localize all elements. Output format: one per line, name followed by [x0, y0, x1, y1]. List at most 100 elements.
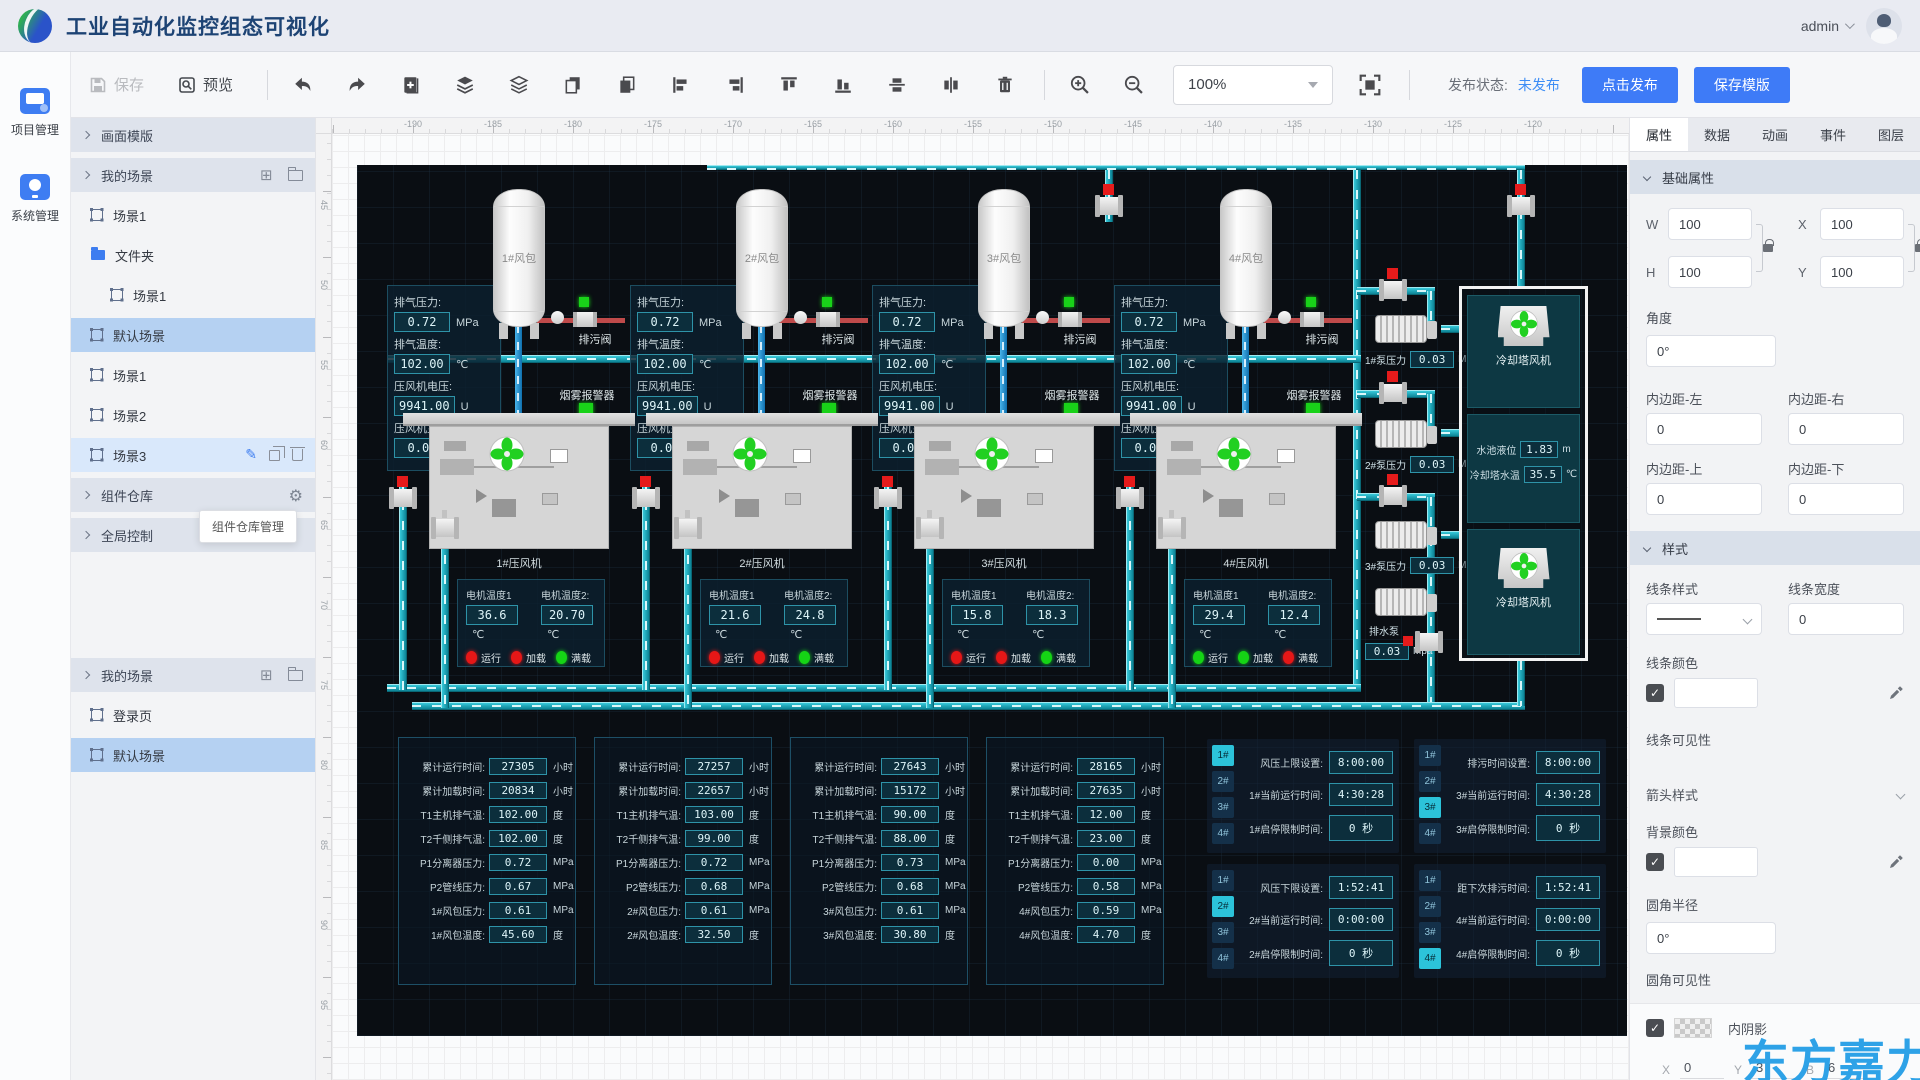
cooling-tower-box[interactable]: 冷却塔风机 水池液位1.83m 冷却塔水温35.5℃ 冷却塔风机 — [1459, 286, 1588, 661]
air-tank[interactable]: 2#风包 — [736, 189, 788, 327]
angle-input[interactable]: 0° — [1646, 335, 1776, 367]
drain-pump-motor[interactable] — [1375, 588, 1427, 616]
timer-tab[interactable]: 2# — [1212, 896, 1234, 917]
eyedropper-icon[interactable] — [1888, 854, 1904, 870]
air-tank[interactable]: 3#风包 — [978, 189, 1030, 327]
radius-input[interactable]: 0° — [1646, 922, 1776, 954]
padding-bottom-input[interactable]: 0 — [1788, 483, 1904, 515]
timer-panel-2[interactable]: 1# 2# 3# 4# 排污时间设置:8:00:00 3#当前运行时间:4:30… — [1414, 739, 1606, 853]
rail-item-project[interactable]: 项目管理 — [11, 88, 59, 138]
timer-tab[interactable]: 2# — [1419, 896, 1441, 917]
drain-pump-valve[interactable] — [1415, 633, 1443, 651]
align-bottom-icon[interactable] — [828, 70, 858, 100]
pump-valve[interactable] — [1379, 487, 1407, 505]
bg-color-checkbox[interactable] — [1646, 853, 1664, 871]
add-scene-icon[interactable] — [260, 168, 274, 182]
tree-header-templates[interactable]: 画面模版 — [71, 118, 315, 152]
add-folder-icon[interactable] — [288, 670, 303, 681]
zoom-out-icon[interactable] — [1119, 70, 1149, 100]
tree-item-scene1[interactable]: 场景1 — [71, 198, 315, 232]
stats-panel-4[interactable]: 累计运行时间:28165小时 累计加载时间:27635小时 T1主机排气温:12… — [986, 737, 1164, 985]
valve[interactable] — [431, 519, 459, 537]
duplicate-icon[interactable] — [612, 70, 642, 100]
section-basic-properties[interactable]: 基础属性 — [1630, 160, 1920, 194]
send-back-icon[interactable] — [504, 70, 534, 100]
redo-icon[interactable] — [342, 70, 372, 100]
valve[interactable] — [674, 519, 702, 537]
align-right-icon[interactable] — [720, 70, 750, 100]
tree-item-scene3[interactable]: 场景3 — [71, 438, 315, 472]
motor-panel[interactable]: 电机温度129.4℃ 电机温度2:12.4℃ 运行 加载 满载 — [1184, 579, 1332, 667]
align-top-icon[interactable] — [774, 70, 804, 100]
tree-header-components[interactable]: 组件仓库 — [71, 478, 315, 512]
timer-tab[interactable]: 1# — [1419, 870, 1441, 891]
rail-item-system[interactable]: 系统管理 — [11, 174, 59, 224]
zoom-level-select[interactable]: 100% — [1173, 65, 1333, 105]
lock-icon[interactable] — [1763, 244, 1773, 252]
valve[interactable] — [1158, 519, 1186, 537]
width-input[interactable]: 100 — [1668, 208, 1752, 240]
timer-tab[interactable]: 1# — [1419, 745, 1441, 766]
pump-motor-1[interactable] — [1375, 315, 1427, 343]
user-menu[interactable]: admin — [1801, 18, 1852, 34]
cooling-fan-panel-2[interactable]: 冷却塔风机 — [1467, 529, 1580, 655]
x-input[interactable]: 100 — [1820, 208, 1904, 240]
gear-icon[interactable] — [289, 486, 303, 505]
align-hcenter-icon[interactable] — [936, 70, 966, 100]
tree-item-default-scene[interactable]: 默认场景 — [71, 318, 315, 352]
cooling-fan-panel-1[interactable]: 冷却塔风机 — [1467, 295, 1580, 408]
pump-motor-2[interactable] — [1375, 420, 1427, 448]
preview-button[interactable]: 预览 — [178, 74, 233, 95]
stats-panel-1[interactable]: 累计运行时间:27305小时 累计加载时间:20834小时 T1主机排气温:10… — [398, 737, 576, 985]
motor-panel[interactable]: 电机温度115.8℃ 电机温度2:18.3℃ 运行 加载 满载 — [942, 579, 1090, 667]
save-button[interactable]: 保存 — [89, 74, 144, 95]
shadow-x-input[interactable]: 0 — [1680, 1060, 1724, 1079]
tab-data[interactable]: 数据 — [1688, 118, 1746, 151]
timer-panel-1[interactable]: 1# 2# 3# 4# 风压上限设置:8:00:00 1#当前运行时间:4:30… — [1207, 739, 1399, 853]
tree-item-login-page[interactable]: 登录页 — [71, 698, 315, 732]
inner-shadow-checkbox[interactable] — [1646, 1019, 1664, 1037]
timer-tab[interactable]: 2# — [1419, 771, 1441, 792]
timer-tab[interactable]: 4# — [1212, 948, 1234, 969]
delete-icon[interactable] — [990, 70, 1020, 100]
arrow-style-row[interactable]: 箭头样式 — [1646, 785, 1904, 804]
timer-panel-4[interactable]: 1# 2# 3# 4# 距下次排污时间:1:52:41 4#当前运行时间:0:0… — [1414, 864, 1606, 978]
timer-tab[interactable]: 1# — [1212, 870, 1234, 891]
inner-shadow-swatch[interactable] — [1674, 1018, 1712, 1038]
padding-right-input[interactable]: 0 — [1788, 413, 1904, 445]
pump-valve[interactable] — [1379, 384, 1407, 402]
air-tank[interactable]: 4#风包 — [1220, 189, 1272, 327]
eyedropper-icon[interactable] — [1888, 685, 1904, 701]
stats-panel-3[interactable]: 累计运行时间:27643小时 累计加载时间:15172小时 T1主机排气温:90… — [790, 737, 968, 985]
valve[interactable] — [389, 489, 417, 507]
editor-canvas[interactable]: -190-185 -180-175 -170-165 -160-155 -150… — [316, 118, 1629, 1080]
air-tank[interactable]: 1#风包 — [493, 189, 545, 327]
stats-panel-2[interactable]: 累计运行时间:27257小时 累计加载时间:22657小时 T1主机排气温:10… — [594, 737, 772, 985]
line-color-swatch[interactable] — [1674, 678, 1758, 708]
valve[interactable] — [916, 519, 944, 537]
pump-valve[interactable] — [1379, 281, 1407, 299]
valve[interactable] — [1116, 489, 1144, 507]
copy-icon[interactable] — [558, 70, 588, 100]
align-left-icon[interactable] — [666, 70, 696, 100]
lock-icon[interactable] — [1915, 244, 1920, 252]
y-input[interactable]: 100 — [1820, 256, 1904, 288]
timer-tab[interactable]: 3# — [1212, 797, 1234, 818]
scada-screen[interactable]: 1#风包 排气压力:0.72MPa 排气温度:102.00℃ 压风机电压:994… — [357, 165, 1627, 1036]
section-style[interactable]: 样式 — [1630, 531, 1920, 565]
tree-item-scene2[interactable]: 场景2 — [71, 398, 315, 432]
valve[interactable] — [1095, 197, 1123, 215]
tab-events[interactable]: 事件 — [1804, 118, 1862, 151]
line-color-checkbox[interactable] — [1646, 684, 1664, 702]
timer-tab[interactable]: 3# — [1419, 922, 1441, 943]
save-template-button[interactable]: 保存模版 — [1694, 67, 1790, 103]
fit-screen-icon[interactable] — [1355, 70, 1385, 100]
padding-top-input[interactable]: 0 — [1646, 483, 1762, 515]
drain-valve[interactable] — [816, 312, 840, 327]
drain-valve[interactable] — [1058, 312, 1082, 327]
valve[interactable] — [632, 489, 660, 507]
bg-color-swatch[interactable] — [1674, 847, 1758, 877]
timer-tab[interactable]: 3# — [1212, 922, 1234, 943]
publish-button[interactable]: 点击发布 — [1582, 67, 1678, 103]
edit-icon[interactable] — [245, 447, 257, 463]
